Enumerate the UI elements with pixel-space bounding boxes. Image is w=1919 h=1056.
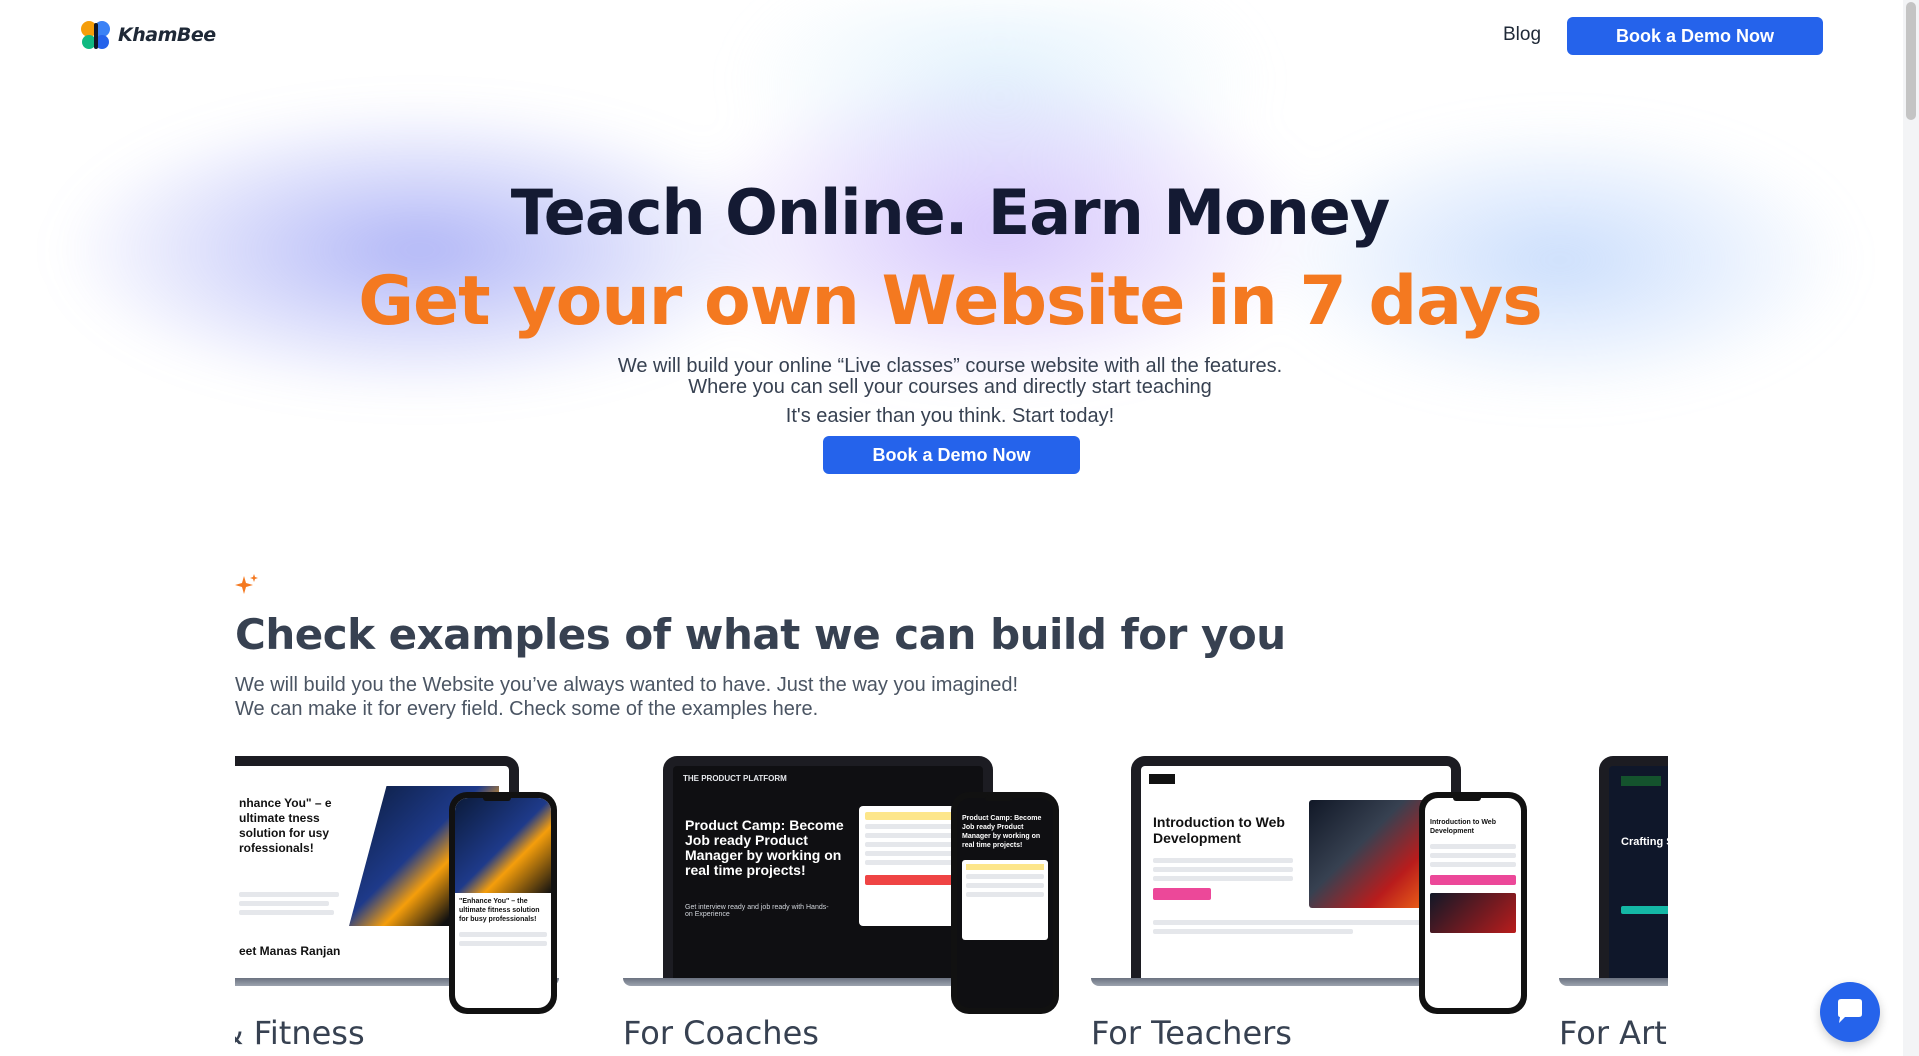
laptop-heading: Introduction to Web Development: [1153, 814, 1285, 846]
scrollbar-track[interactable]: [1903, 0, 1919, 1056]
card-label: oga & Fitness: [235, 1014, 365, 1052]
examples-title: Check examples of what we can build for …: [235, 610, 1286, 659]
examples-description-line-2: We can make it for every field. Check so…: [235, 698, 819, 720]
laptop-mockup: Introduction to Web Development: [1131, 756, 1461, 978]
laptop-brand: THE PRODUCT PLATFORM: [683, 774, 787, 783]
example-card-fitness[interactable]: nhance You" – e ultimate tness solution …: [235, 752, 589, 1056]
laptop-subtext: Get interview ready and job ready with H…: [685, 904, 829, 918]
card-label: For Arti: [1559, 1014, 1668, 1052]
card-label: For Coaches: [623, 1014, 819, 1052]
hero-title: Teach Online. Earn Money: [510, 176, 1390, 249]
phone-heading: Introduction to Web Development: [1430, 819, 1496, 835]
enroll-button: [1153, 888, 1211, 900]
examples-carousel[interactable]: nhance You" – e ultimate tness solution …: [235, 752, 1668, 1056]
bee-logo-icon: [81, 21, 110, 49]
sparkle-icon: [235, 574, 258, 594]
chat-button[interactable]: [1820, 982, 1880, 1042]
laptop-mockup: THE PRODUCT PLATFORM Product Camp: Becom…: [663, 756, 993, 978]
logo-text: KhamBee: [118, 24, 216, 46]
laptop-mockup: Crafting St: [1599, 756, 1668, 978]
phone-heading: Product Camp: Become Job ready Product M…: [962, 815, 1042, 849]
example-card-coaches[interactable]: THE PRODUCT PLATFORM Product Camp: Becom…: [623, 752, 1063, 1056]
phone-heading: "Enhance You" – the ultimate fitness sol…: [459, 898, 540, 923]
phone-mockup: "Enhance You" – the ultimate fitness sol…: [449, 792, 557, 1014]
site-logo-icon: [1149, 774, 1175, 784]
laptop-heading: Crafting St: [1621, 836, 1668, 848]
hero-description: We will build your online “Live classes”…: [617, 355, 1283, 398]
chat-icon: [1838, 999, 1862, 1023]
laptop-footer-text: eet Manas Ranjan: [239, 944, 341, 958]
logo[interactable]: KhamBee: [78, 17, 216, 53]
examples-description-line-1: We will build you the Website you’ve alw…: [235, 674, 1019, 696]
site-badge: [1621, 776, 1661, 786]
site-header: KhamBee Blog Book a Demo Now: [0, 0, 1900, 72]
laptop-heading: Product Camp: Become Job ready Product M…: [685, 817, 844, 878]
hero-subtitle: Get your own Website in 7 days: [358, 262, 1543, 341]
hero-book-demo-button[interactable]: Book a Demo Now: [823, 436, 1080, 474]
nav-blog-link[interactable]: Blog: [1503, 24, 1541, 46]
scrollbar-thumb[interactable]: [1906, 2, 1916, 120]
phone-mockup: Product Camp: Become Job ready Product M…: [951, 792, 1059, 1014]
examples-description: We will build you the Website you’ve alw…: [235, 673, 1018, 721]
laptop-heading: nhance You" – e ultimate tness solution …: [239, 796, 332, 855]
example-card-artists[interactable]: Crafting St For Arti: [1559, 752, 1668, 1056]
laptop-base: [1559, 978, 1668, 986]
card-label: For Teachers: [1091, 1014, 1292, 1052]
phone-mockup: Introduction to Web Development: [1419, 792, 1527, 1014]
hero-note: It's easier than you think. Start today!: [785, 405, 1115, 427]
header-book-demo-button[interactable]: Book a Demo Now: [1567, 17, 1823, 55]
example-card-teachers[interactable]: Introduction to Web Development Introduc…: [1091, 752, 1531, 1056]
